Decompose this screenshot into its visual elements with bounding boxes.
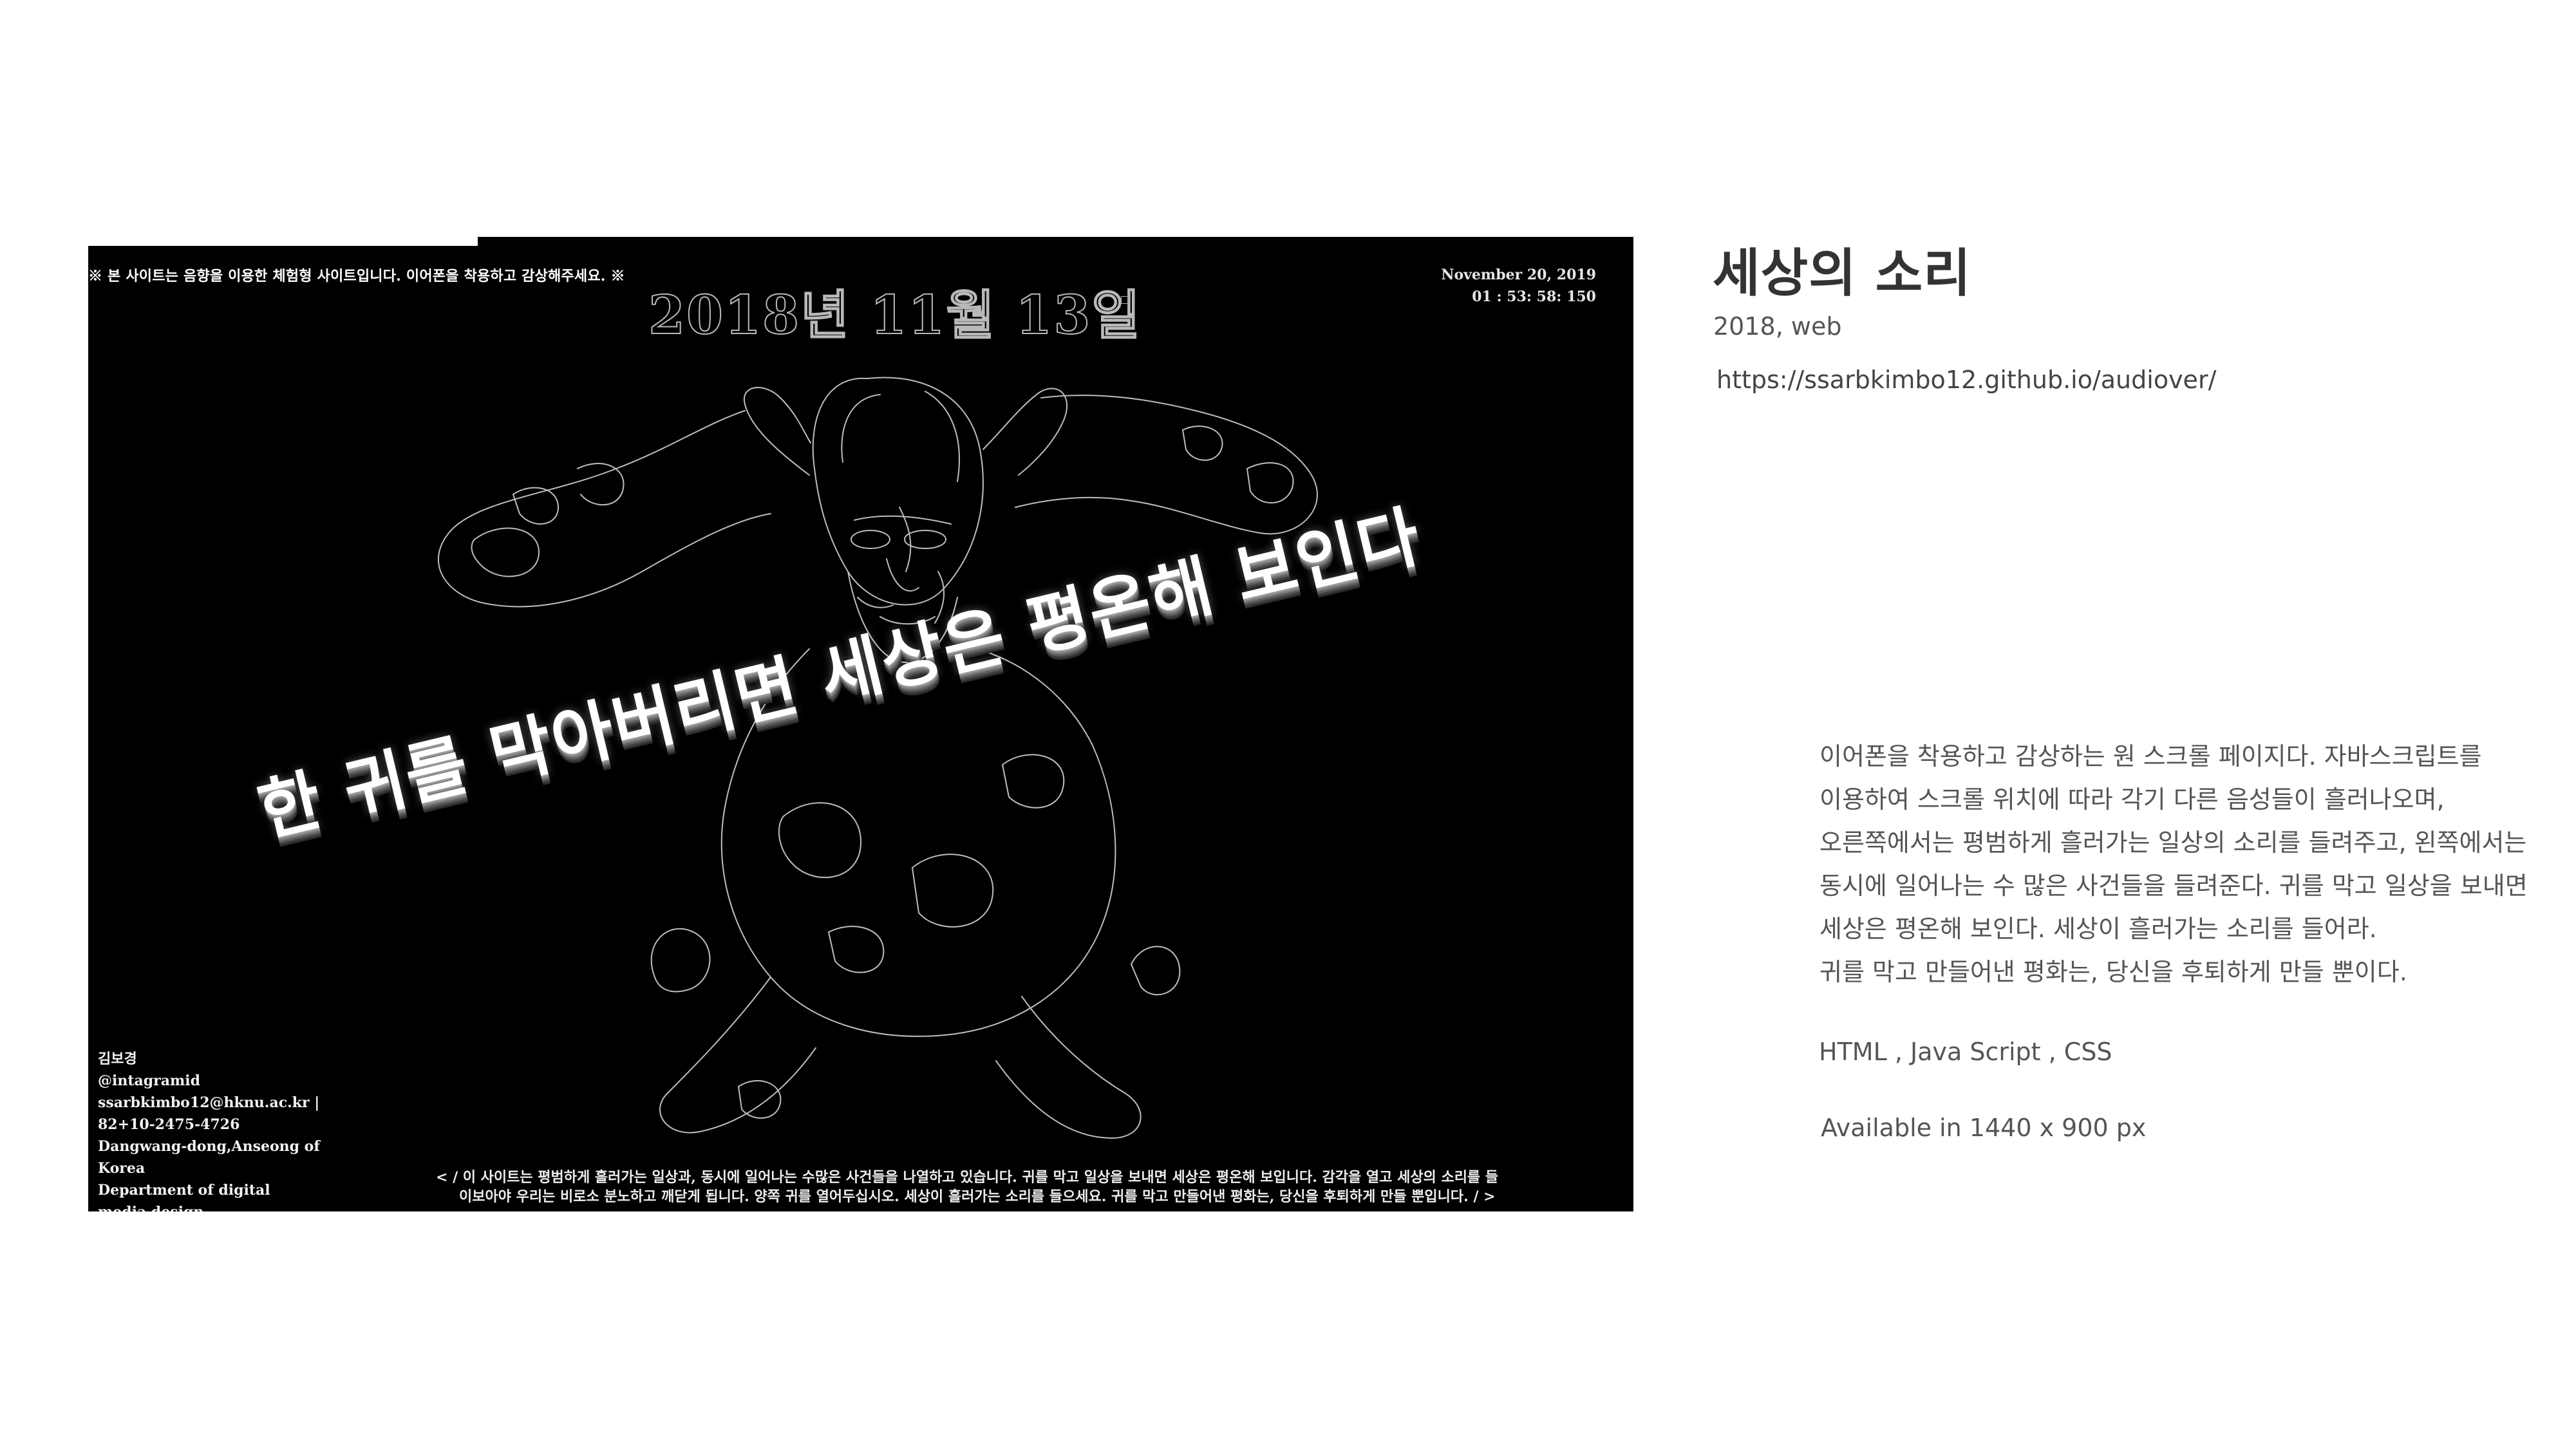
availability-note: Available in 1440 x 900 px xyxy=(1821,1114,2147,1142)
scrolling-ticker: < / 이 사이트는 평범하게 흘러가는 일상과, 동시에 일어나는 수많은 사… xyxy=(436,1168,1633,1206)
figure-hand-left xyxy=(743,387,811,476)
ticker-line-2: 이보아야 우리는 비로소 분노하고 깨닫게 됩니다. 양쪽 귀를 열어두십시오.… xyxy=(459,1188,1496,1205)
project-screenshot: ※ 본 사이트는 음향을 이용한 체험형 사이트입니다. 이어폰을 착용하고 감… xyxy=(88,237,1633,1211)
description-line: 오른쪽에서는 평범하게 흘러가는 일상의 소리를 들려주고, 왼쪽에서는 xyxy=(1819,828,2527,857)
contact-info: 김보경 @intagramid ssarbkimbo12@hknu.ac.kr … xyxy=(98,1048,330,1211)
figure-arm-left-loops xyxy=(471,463,625,577)
ticker-line-1: < / 이 사이트는 평범하게 흘러가는 일상과, 동시에 일어나는 수많은 사… xyxy=(436,1169,1499,1186)
tech-stack: HTML , Java Script , CSS xyxy=(1819,1038,2112,1066)
contact-name: 김보경 xyxy=(98,1051,137,1067)
portfolio-page: ※ 본 사이트는 음향을 이용한 체험형 사이트입니다. 이어폰을 착용하고 감… xyxy=(0,0,2576,1449)
description-line: 이용하여 스크롤 위치에 따라 각기 다른 음성들이 흘러나오며, xyxy=(1819,785,2445,814)
description-line: 이어폰을 착용하고 감상하는 원 스크롤 페이지다. 자바스크립트를 xyxy=(1819,742,2482,771)
figure-legs xyxy=(659,977,1142,1139)
contact-address-1: Dangwang-dong,Anseong of xyxy=(98,1138,320,1155)
contact-phone: 82+10-2475-4726 xyxy=(98,1116,240,1133)
contact-instagram: @intagramid xyxy=(98,1072,201,1089)
figure-swirls xyxy=(650,928,1181,1119)
project-link[interactable]: https://ssarbkimbo12.github.io/audiover/ xyxy=(1716,366,2216,394)
figure-arm-left xyxy=(437,410,771,608)
description-line: 귀를 막고 만들어낸 평화는, 당신을 후퇴하게 만들 뿐이다. xyxy=(1819,958,2407,986)
figure-hand-right xyxy=(982,388,1067,476)
description-line: 동시에 일어나는 수 많은 사건들을 들려준다. 귀를 막고 일상을 보내면 xyxy=(1819,872,2528,900)
contact-department-2: media design xyxy=(98,1201,330,1211)
figure-eye-left xyxy=(851,530,890,549)
figure-head xyxy=(812,377,984,606)
contact-address-2: Korea xyxy=(98,1160,146,1177)
figure-arm-right-loops xyxy=(1181,425,1294,504)
project-title: 세상의 소리 xyxy=(1713,243,1971,303)
project-description: 이어폰을 착용하고 감상하는 원 스크롤 페이지다. 자바스크립트를 이용하여 … xyxy=(1819,735,2528,994)
description-line: 세상은 평온해 보인다. 세상이 흘러가는 소리를 들어라. xyxy=(1819,915,2377,943)
project-meta: 2018, web xyxy=(1713,312,1842,341)
contact-email: ssarbkimbo12@hknu.ac.kr | xyxy=(98,1094,320,1111)
figure-head-inner xyxy=(841,391,960,482)
contact-department-1: Department of digital xyxy=(98,1182,270,1199)
figure-torso-loops xyxy=(778,754,1065,973)
